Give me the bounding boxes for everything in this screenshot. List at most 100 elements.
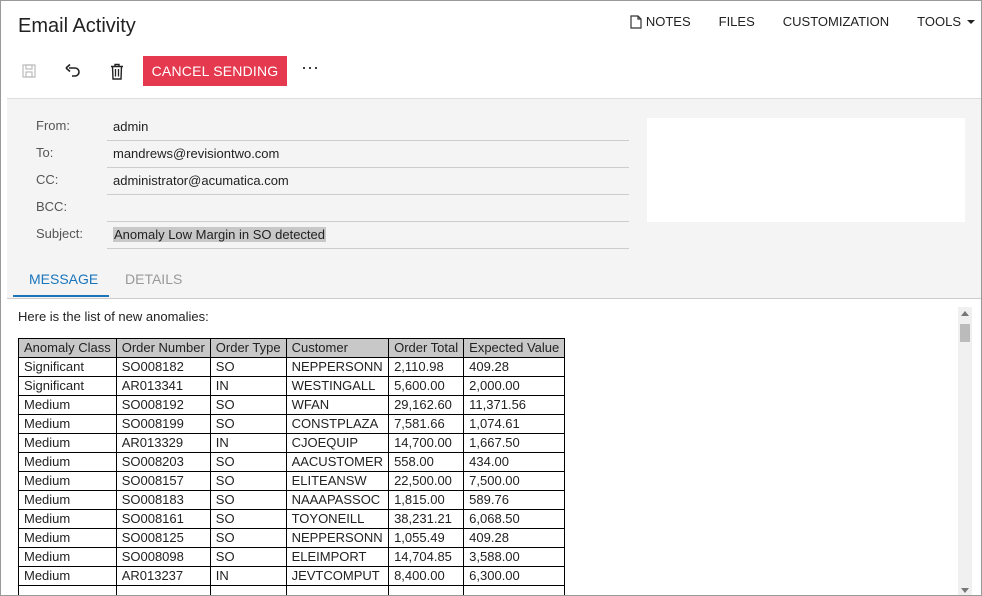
- table-row: Medium SO008125 SO NEPPERSONN 1,055.49 409.28: [18, 528, 566, 548]
- delete-button[interactable]: [107, 61, 127, 81]
- table-cell: SO008182: [115, 357, 211, 377]
- table-cell: SO008183: [115, 490, 211, 510]
- table-cell: IN: [209, 376, 287, 396]
- table-cell: ELEIMPORT: [285, 547, 390, 567]
- tab-details[interactable]: DETAILS: [125, 271, 182, 287]
- files-label: FILES: [718, 14, 755, 29]
- scroll-thumb[interactable]: [960, 324, 970, 342]
- save-icon: [22, 64, 36, 78]
- table-cell: [463, 585, 566, 595]
- undo-icon: [65, 63, 80, 77]
- table-cell: 434.00: [463, 452, 566, 472]
- bcc-field[interactable]: [107, 196, 629, 222]
- cc-field[interactable]: administrator@acumatica.com: [107, 169, 629, 195]
- scroll-down-icon[interactable]: [961, 588, 969, 593]
- preview-panel: [647, 118, 965, 222]
- table-cell: [209, 585, 287, 595]
- table-cell: IN: [209, 566, 287, 586]
- table-cell: [18, 585, 117, 595]
- table-row: Medium SO008098 SO ELEIMPORT 14,704.85 3,588.…: [18, 547, 566, 567]
- from-field[interactable]: admin: [107, 115, 629, 141]
- table-cell: Medium: [18, 509, 117, 529]
- table-row: Medium SO008157 SO ELITEANSW 22,500.00 7,500.…: [18, 471, 566, 491]
- to-field[interactable]: mandrews@revisiontwo.com: [107, 142, 629, 168]
- files-link[interactable]: FILES: [719, 14, 755, 29]
- table-cell: NAAAPASSOC: [285, 490, 390, 510]
- tab-message[interactable]: MESSAGE: [29, 271, 98, 287]
- table-header-row: Anomaly Class Order Number Order Type Custo…: [18, 338, 566, 358]
- table-cell: Significant: [18, 357, 117, 377]
- vertical-scrollbar[interactable]: [958, 307, 972, 595]
- table-cell: Medium: [18, 528, 117, 548]
- table-cell: SO: [209, 509, 287, 529]
- table-cell: CONSTPLAZA: [285, 414, 390, 434]
- notes-link[interactable]: NOTES: [630, 14, 691, 29]
- table-cell: 6,300.00: [463, 566, 566, 586]
- table-cell: 1,074.61: [463, 414, 566, 434]
- table-cell: 11,371.56: [463, 395, 566, 415]
- cancel-sending-button[interactable]: CANCEL SENDING: [143, 56, 287, 86]
- table-cell: 22,500.00: [388, 471, 465, 491]
- table-cell: Medium: [18, 414, 117, 434]
- tools-label: TOOLS: [917, 14, 961, 29]
- table-cell: 14,704.85: [388, 547, 465, 567]
- column-header: Order Total: [388, 338, 465, 358]
- customization-link[interactable]: CUSTOMIZATION: [783, 14, 889, 29]
- table-cell: 8,400.00: [388, 566, 465, 586]
- subject-label: Subject:: [36, 226, 83, 241]
- to-row: To: mandrews@revisiontwo.com: [36, 142, 630, 168]
- page-title: Email Activity: [18, 15, 136, 37]
- table-cell: 14,700.00: [388, 433, 465, 453]
- subject-field[interactable]: Anomaly Low Margin in SO detected: [107, 223, 629, 249]
- chevron-down-icon: [967, 19, 975, 24]
- from-row: From: admin: [36, 115, 630, 141]
- column-header: Expected Value: [463, 338, 566, 358]
- active-tab-indicator: [13, 295, 109, 297]
- undo-button[interactable]: [63, 61, 83, 81]
- more-options-button[interactable]: ⋯: [301, 58, 320, 79]
- table-cell: 7,581.66: [388, 414, 465, 434]
- anomaly-table: Anomaly Class Order Number Order Type Custo…: [18, 338, 566, 595]
- bcc-label: BCC:: [36, 199, 68, 214]
- table-cell: Medium: [18, 547, 117, 567]
- scroll-up-icon[interactable]: [961, 311, 969, 316]
- note-icon: [630, 14, 642, 29]
- table-cell: 1,055.49: [388, 528, 465, 548]
- table-cell: JEVTCOMPUT: [285, 566, 390, 586]
- table-cell: WESTINGALL: [285, 376, 390, 396]
- table-cell: Medium: [18, 490, 117, 510]
- bcc-row: BCC:: [36, 196, 630, 222]
- column-header: Order Number: [115, 338, 211, 358]
- table-cell: SO: [209, 414, 287, 434]
- top-links: NOTES FILES CUSTOMIZATION TOOLS: [602, 14, 975, 29]
- table-cell: SO: [209, 471, 287, 491]
- toolbar: CANCEL SENDING ⋯: [1, 56, 981, 86]
- column-header: Anomaly Class: [18, 338, 117, 358]
- table-cell: SO008203: [115, 452, 211, 472]
- table-row: Medium SO008192 SO WFAN 29,162.60 11,371.56: [18, 395, 566, 415]
- table-row: Medium AR013329 IN CJOEQUIP 14,700.00 1,667.5…: [18, 433, 566, 453]
- table-cell: 6,068.50: [463, 509, 566, 529]
- table-cell: SO008192: [115, 395, 211, 415]
- column-header: Customer: [285, 338, 390, 358]
- tools-menu[interactable]: TOOLS: [917, 14, 975, 29]
- table-cell: 3,588.00: [463, 547, 566, 567]
- table-cell: ELITEANSW: [285, 471, 390, 491]
- save-button[interactable]: [19, 61, 39, 81]
- table-cell: Significant: [18, 376, 117, 396]
- table-cell: SO008098: [115, 547, 211, 567]
- message-intro: Here is the list of new anomalies:: [18, 309, 209, 324]
- message-body[interactable]: Here is the list of new anomalies: Anoma…: [7, 299, 981, 595]
- table-cell: SO008199: [115, 414, 211, 434]
- table-cell: 589.76: [463, 490, 566, 510]
- subject-row: Subject: Anomaly Low Margin in SO detect…: [36, 223, 630, 249]
- to-value: mandrews@revisiontwo.com: [113, 146, 280, 161]
- table-cell: 409.28: [463, 357, 566, 377]
- table-cell: Medium: [18, 471, 117, 491]
- trash-icon: [111, 63, 123, 80]
- table-row: Significant AR013341 IN WESTINGALL 5,600.00 2…: [18, 376, 566, 396]
- table-cell: SO: [209, 528, 287, 548]
- email-activity-window: Email Activity NOTES FILES CUSTOMIZATION…: [0, 0, 982, 596]
- from-value: admin: [113, 119, 149, 134]
- table-cell: 409.28: [463, 528, 566, 548]
